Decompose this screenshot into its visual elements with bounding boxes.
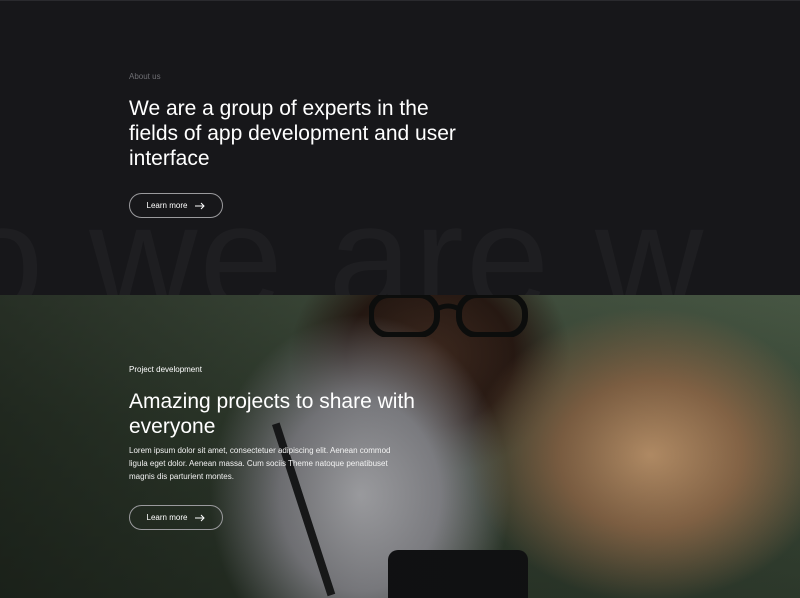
photo-overlay <box>0 295 800 598</box>
about-learn-more-label: Learn more <box>146 201 188 210</box>
project-body-text: Lorem ipsum dolor sit amet, consectetuer… <box>129 446 391 481</box>
arrow-right-icon <box>195 514 206 521</box>
project-learn-more-button[interactable]: Learn more <box>129 505 223 530</box>
project-hero-photo <box>0 295 800 598</box>
about-eyebrow: About us <box>129 72 161 81</box>
background-watermark-text: o we are w <box>0 173 706 295</box>
about-section: o we are w About us We are a group of ex… <box>0 0 800 295</box>
project-eyebrow: Project development <box>129 365 202 374</box>
divider <box>0 0 800 1</box>
about-headline: We are a group of experts in the fields … <box>129 97 456 170</box>
about-learn-more-button[interactable]: Learn more <box>129 193 223 218</box>
project-headline: Amazing projects to share with everyone <box>129 390 415 438</box>
arrow-right-icon <box>195 202 206 209</box>
project-learn-more-label: Learn more <box>146 513 188 522</box>
